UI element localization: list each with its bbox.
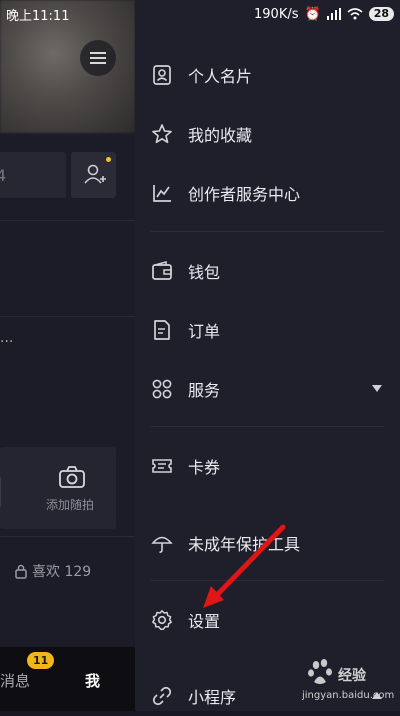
divider [151,580,384,581]
menu-icon-bar [90,57,106,59]
divider [0,477,1,507]
add-snapshot-card[interactable] [0,447,116,529]
menu-icon [90,52,106,54]
snapshot-label: 添加随拍 [46,498,95,512]
add-friend-button[interactable] [71,152,116,198]
svg-text:经验: 经验 [338,667,367,684]
notification-dot [106,157,111,162]
side-drawer: 个人名片 我的收藏 创作者服务中心 钱包 订单 服务 卡券 未成年保护工具 设置… [135,0,400,711]
menu-label: 小程序 [188,688,237,707]
camera-icon [59,466,85,488]
menu-label: 设置 [188,612,221,631]
menu-item-favorites[interactable]: 我的收藏 [135,114,400,154]
truncated-text: ... [0,330,14,346]
status-right: 190K/s ⏰ 28 [254,7,394,22]
document-icon [154,320,170,340]
ticket-icon [152,459,172,473]
menu-label: 卡券 [188,458,221,477]
menu-item-settings[interactable]: 设置 [135,600,400,640]
background-profile-page: 4 ... 添加随拍 喜欢 129 消息 11 我 [0,0,135,711]
menu-label: 服务 [188,381,221,400]
star-icon [152,124,172,144]
stat-digit: 4 [0,166,7,185]
menu-item-creator-center[interactable]: 创作者服务中心 [135,173,400,213]
battery-indicator: 28 [368,7,394,21]
wifi-icon [347,8,363,20]
divider [151,426,384,427]
chevron-down-icon[interactable] [372,385,382,392]
menu-label: 未成年保护工具 [188,535,301,554]
id-card-icon [153,65,171,85]
menu-item-wallet[interactable]: 钱包 [135,251,400,291]
menu-item-coupons[interactable]: 卡券 [135,446,400,486]
menu-item-services[interactable]: 服务 [135,369,400,409]
stat-tile[interactable]: 4 [0,152,66,198]
menu-icon-bar [90,62,106,64]
nav-tab-messages[interactable]: 消息 [0,670,30,691]
menu-label: 钱包 [188,263,221,282]
nav-tab-me[interactable]: 我 [85,670,100,691]
messages-badge: 11 [27,652,55,669]
menu-label: 创作者服务中心 [188,185,301,204]
watermark-url: jingyan.baidu.com [302,690,395,701]
alarm-icon: ⏰ [304,6,321,22]
signal-icon [326,8,341,20]
divider [151,231,384,232]
likes-label: 喜欢 129 [32,564,92,580]
divider [0,536,135,537]
baidu-paw-logo: 经验 [308,659,367,684]
link-icon [152,686,172,706]
divider [0,316,135,317]
menu-button[interactable] [80,40,116,76]
network-speed: 190K/s [254,6,299,22]
chart-line-icon [153,185,171,202]
gear-icon [152,610,172,630]
umbrella-icon [151,536,173,553]
grid-icon [152,379,172,399]
status-bar: 晚上11:11 190K/s ⏰ 28 [0,0,400,28]
menu-item-profile-card[interactable]: 个人名片 [135,55,400,95]
menu-label: 我的收藏 [188,126,253,145]
status-time: 晚上11:11 [6,8,70,24]
lock-icon [15,564,27,579]
wallet-icon [152,260,172,280]
menu-label: 订单 [188,322,221,341]
likes-count[interactable]: 喜欢 129 [14,561,91,581]
divider [0,220,135,221]
menu-item-minor-protection[interactable]: 未成年保护工具 [135,523,400,563]
menu-label: 个人名片 [188,67,253,86]
menu-item-orders[interactable]: 订单 [135,310,400,350]
